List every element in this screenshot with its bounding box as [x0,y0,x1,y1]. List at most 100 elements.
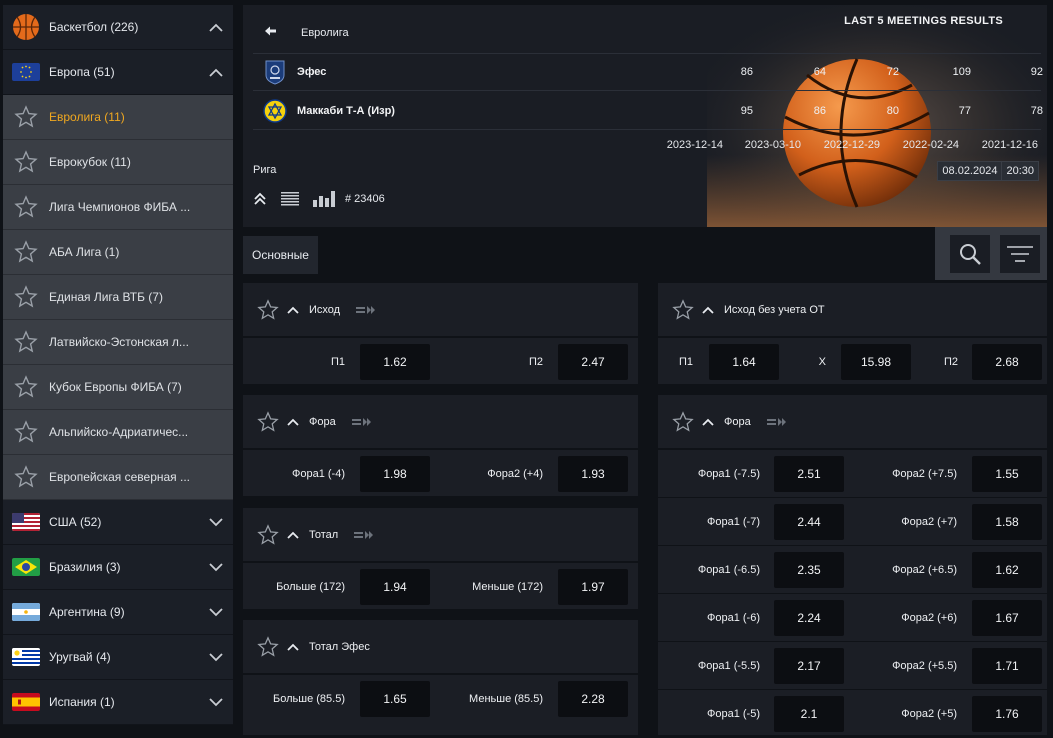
odd-button[interactable]: 1.58 [972,504,1042,540]
chevron-down-icon[interactable] [209,517,223,527]
star-icon[interactable] [257,410,279,433]
star-icon[interactable] [14,240,38,264]
odd-button[interactable]: 1.94 [360,569,430,605]
odd-button[interactable]: 2.51 [774,456,844,492]
odd-button[interactable]: 15.98 [841,344,911,380]
chevron-down-icon[interactable] [209,562,223,572]
score-cell: 72 [886,66,899,78]
odd-button[interactable]: 2.47 [558,344,628,380]
odd-button[interactable]: 2.44 [774,504,844,540]
selection-label: П2 [528,356,543,368]
odd-button[interactable]: 1.76 [972,696,1042,732]
meeting-date: 2022-02-24 [902,139,959,151]
odd-button[interactable]: 1.98 [360,456,430,492]
chevron-up-icon[interactable] [287,643,299,651]
chevron-down-icon[interactable] [209,697,223,707]
filter-icon[interactable] [1007,245,1033,263]
statistics-icon[interactable] [313,191,335,207]
chevron-up-icon[interactable] [287,531,299,539]
star-icon[interactable] [14,195,38,219]
selection-label: Фора2 (+7) [901,516,957,528]
sidebar-country-uruguay[interactable]: Уругвай (4) [3,635,233,680]
star-icon[interactable] [672,410,694,433]
list-icon[interactable] [281,192,299,206]
sidebar-league-fiba-europe-cup[interactable]: Кубок Европы ФИБА (7) [3,365,233,410]
back-button[interactable] [265,25,277,39]
chevron-up-icon[interactable] [702,418,714,426]
market-row: П1 1.62 П2 2.47 [243,337,638,385]
sidebar-league-north-european[interactable]: Европейская северная ... [3,455,233,500]
odd-button[interactable]: 1.65 [360,681,430,717]
odd-button[interactable]: 2.68 [972,344,1042,380]
chevron-up-icon[interactable] [702,306,714,314]
sidebar-league-eurocup[interactable]: Еврокубок (11) [3,140,233,185]
odd-button[interactable]: 1.93 [558,456,628,492]
arrow-left-icon[interactable] [265,26,277,36]
selection-label: П1 [330,356,345,368]
sidebar-league-fiba-cl[interactable]: Лига Чемпионов ФИБА ... [3,185,233,230]
star-icon[interactable] [14,330,38,354]
sidebar-country-usa[interactable]: США (52) [3,500,233,545]
odd-button[interactable]: 1.71 [972,648,1042,684]
selection-label: Больше (85.5) [273,693,345,705]
chevron-up-icon[interactable] [287,418,299,426]
market-row: Фора1 (-6) 2.24 Фора2 (+6) 1.67 [658,593,1047,641]
sidebar-league-vtb[interactable]: Единая Лига ВТБ (7) [3,275,233,320]
odd-button[interactable]: 2.28 [558,681,628,717]
sidebar-league-label: Альпийско-Адриатичес... [49,425,189,439]
double-chevron-up-icon[interactable] [253,192,267,206]
sidebar-league-latvian-estonian[interactable]: Латвийско-Эстонская л... [3,320,233,365]
tab-main[interactable]: Основные [243,236,318,274]
search-icon[interactable] [958,242,982,266]
star-icon[interactable] [14,420,38,444]
score-cell: 64 [813,66,826,78]
star-icon[interactable] [257,635,279,658]
star-icon[interactable] [14,375,38,399]
selection-label: Фора2 (+7.5) [892,468,957,480]
score-cell: 86 [813,104,826,117]
sidebar-league-label: Кубок Европы ФИБА (7) [49,380,182,394]
chevron-down-icon[interactable] [209,652,223,662]
star-icon[interactable] [14,285,38,309]
header-tools: # 23406 [253,191,385,207]
market-row: П1 1.64 Х 15.98 П2 2.68 [658,337,1047,385]
sidebar-country-brazil[interactable]: Бразилия (3) [3,545,233,590]
star-icon[interactable] [672,298,694,321]
odd-button[interactable]: 1.64 [709,344,779,380]
market-tools-panel [935,227,1047,280]
odd-button[interactable]: 1.62 [360,344,430,380]
star-icon[interactable] [14,465,38,489]
sidebar-league-aba[interactable]: АБА Лига (1) [3,230,233,275]
odd-button[interactable]: 1.55 [972,456,1042,492]
star-icon[interactable] [257,523,279,546]
odd-button[interactable]: 1.97 [558,569,628,605]
odd-button[interactable]: 1.62 [972,552,1042,588]
sidebar-region-europe[interactable]: Европа (51) [3,50,233,95]
star-icon[interactable] [257,298,279,321]
score-cell: 86 [740,66,753,78]
sidebar-league-alpe-adria[interactable]: Альпийско-Адриатичес... [3,410,233,455]
team-row-away: Маккаби Т-А (Изр) 95 86 80 77 78 [253,92,1043,130]
star-icon[interactable] [14,150,38,174]
search-button[interactable] [950,235,990,273]
chevron-down-icon[interactable] [209,607,223,617]
market-fora-right: Фора Фора1 (-7.5) 2.51 Фора2 (+7.5) 1.55… [658,395,1047,735]
market-row: Фора1 (-5) 2.1 Фора2 (+5) 1.76 [658,689,1047,737]
filter-button[interactable] [1000,235,1040,273]
score-cell: 95 [740,104,753,117]
market-title: Исход [309,303,341,316]
sidebar-country-argentina[interactable]: Аргентина (9) [3,590,233,635]
odd-button[interactable]: 1.67 [972,600,1042,636]
odd-button[interactable]: 2.35 [774,552,844,588]
star-icon[interactable] [14,105,38,129]
odd-button[interactable]: 2.17 [774,648,844,684]
chevron-up-icon[interactable] [209,23,223,32]
chevron-up-icon[interactable] [209,68,223,77]
chevron-up-icon[interactable] [287,306,299,314]
sidebar-sport-basketball[interactable]: Баскетбол (226) [3,5,233,50]
odd-button[interactable]: 2.1 [774,696,844,732]
odd-button[interactable]: 2.24 [774,600,844,636]
spain-flag-icon [12,693,40,711]
sidebar-country-spain[interactable]: Испания (1) [3,680,233,725]
sidebar-league-euroleague[interactable]: Евролига (11) [3,95,233,140]
